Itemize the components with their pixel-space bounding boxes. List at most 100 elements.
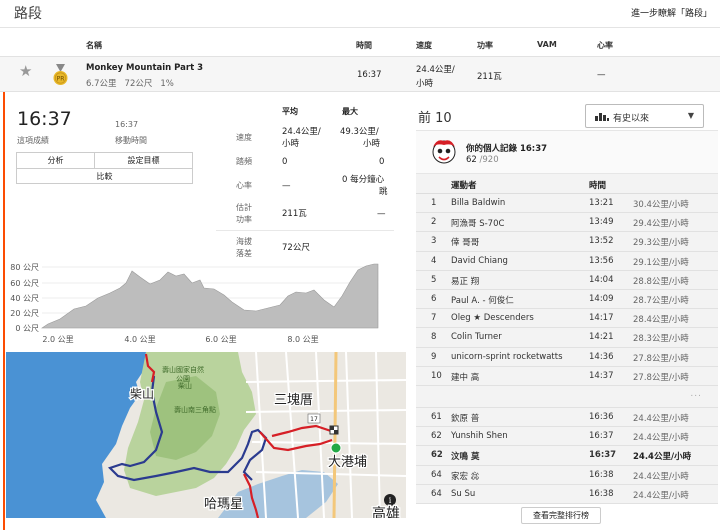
power-avg: 211瓦: [282, 209, 307, 219]
row-athlete[interactable]: Billa Baldwin: [451, 198, 505, 208]
table-row[interactable]: 4 David Chiang 13:56 29.1公里/小時: [416, 252, 718, 271]
row-athlete[interactable]: Colin Turner: [451, 332, 502, 342]
row-speed: 29.1公里/小時: [633, 257, 689, 268]
leaderboard-filter-select[interactable]: 有史以來 ▼: [585, 104, 704, 128]
col-vam[interactable]: VAM: [537, 40, 557, 49]
y-tick-20: 20 公尺: [10, 309, 39, 318]
y-tick-0: 0 公尺: [15, 324, 39, 333]
table-row[interactable]: 10 建中 高 14:37 27.8公里/小時: [416, 367, 718, 386]
row-rank: 62: [431, 431, 442, 442]
row-time: 16:38: [589, 488, 614, 499]
speed-max-2: 小時: [363, 139, 381, 149]
cadence-avg: 0: [282, 157, 288, 167]
table-row[interactable]: 7 Oleg ★ Descenders 14:17 28.4公里/小時: [416, 309, 718, 329]
elev-gain: 72公尺: [282, 243, 310, 253]
y-tick-40: 40 公尺: [10, 294, 39, 303]
filter-value: 有史以來: [613, 114, 650, 124]
row-athlete[interactable]: 建中 高: [451, 371, 479, 383]
bar-chart-icon: [595, 113, 609, 121]
table-row[interactable]: 64 家宏 惢 16:38 24.4公里/小時: [416, 466, 718, 485]
col-hr[interactable]: 心率: [597, 40, 613, 51]
info-icon-glyph: i: [389, 496, 392, 505]
table-row[interactable]: 2 阿漁哥 S-70C 13:49 29.4公里/小時: [416, 213, 718, 233]
row-time: 14:37: [589, 370, 614, 381]
x-tick-4: 4.0 公里: [124, 335, 155, 344]
speed-avg-2: 小時: [282, 139, 300, 149]
row-athlete[interactable]: unicorn-sprint rocketwatts: [451, 352, 563, 362]
selected-accent-bar: [3, 56, 5, 530]
table-row[interactable]: 64 Su Su 16:38 24.4公里/小時: [416, 485, 718, 504]
star-icon[interactable]: ★: [19, 62, 32, 80]
row-athlete[interactable]: 阿漁哥 S-70C: [451, 217, 504, 229]
leaderboard-panel: 前 10 有史以來 ▼ 你的個人記錄 16:37 62 /920 運動者 時間 …: [414, 92, 720, 530]
y-tick-80: 80 公尺: [10, 263, 39, 272]
row-speed: 24.4公里/小時: [633, 471, 689, 482]
row-athlete[interactable]: 汶鳴 莫: [451, 450, 479, 462]
hr-max-1: 0 每分鐘心: [342, 175, 385, 185]
table-row[interactable]: 8 Colin Turner 14:21 28.3公里/小時: [416, 328, 718, 348]
row-speed: 27.8公里/小時: [633, 353, 689, 364]
row-speed: 27.8公里/小時: [633, 372, 689, 383]
segment-row[interactable]: ★ PR Monkey Mountain Part 3 6.7公里 72公尺 1% …: [0, 56, 720, 92]
moving-time-label: 移動時間: [115, 136, 147, 145]
segment-name-link[interactable]: Monkey Mountain Part 3: [86, 63, 203, 73]
table-row[interactable]: 1 Billa Baldwin 13:21 30.4公里/小時: [416, 194, 718, 214]
row-speed: 29.4公里/小時: [633, 219, 689, 230]
effort-stats: 16:37 這項成績 16:37 移動時間 分析 設定目標 比較 平均 最大 速…: [8, 92, 410, 264]
pr-medal-icon: PR: [53, 64, 68, 85]
row-rank: 61: [431, 412, 442, 422]
set-goal-button[interactable]: 設定目標: [95, 153, 192, 169]
route-shield-label: 17: [310, 416, 318, 423]
table-row[interactable]: 5 易正 翔 14:04 28.8公里/小時: [416, 271, 718, 290]
pr-title: 你的個人記錄 16:37: [466, 144, 548, 154]
elevation-area: [41, 263, 379, 329]
row-athlete[interactable]: 欽原 普: [451, 412, 479, 424]
segment-distance: 6.7公里: [86, 79, 117, 89]
speed-label: 速度: [236, 133, 252, 142]
speed-avg-1: 24.4公里/: [282, 127, 321, 137]
row-athlete[interactable]: 倖 哥哥: [451, 236, 479, 248]
row-athlete[interactable]: 易正 翔: [451, 275, 479, 287]
compare-button[interactable]: 比較: [17, 169, 192, 185]
learn-more-link[interactable]: 進一步瞭解「路段」: [631, 6, 712, 19]
col-name[interactable]: 名稱: [86, 40, 102, 51]
table-row[interactable]: 6 Paul A. - 何俊仁 14:09 28.7公里/小時: [416, 290, 718, 310]
segment-hr: —: [597, 70, 606, 80]
pr-rank-total: /920: [479, 155, 499, 165]
hr-label: 心率: [236, 181, 252, 190]
segment-elevation: 72公尺: [124, 79, 153, 89]
view-full-leaderboard-button[interactable]: 查看完整排行榜: [521, 507, 601, 524]
row-time: 13:49: [589, 217, 614, 228]
elev-label-1: 海拔: [236, 237, 252, 246]
power-label-2: 功率: [236, 215, 252, 224]
hr-avg: —: [282, 181, 291, 191]
row-athlete[interactable]: David Chiang: [451, 256, 508, 266]
medal-label: PR: [57, 75, 65, 82]
table-row[interactable]: 3 倖 哥哥 13:52 29.3公里/小時: [416, 232, 718, 252]
row-athlete[interactable]: Oleg ★ Descenders: [451, 313, 534, 323]
row-athlete[interactable]: Yunshih Shen: [451, 431, 508, 441]
row-time: 14:36: [589, 351, 614, 362]
row-time: 14:21: [589, 332, 614, 343]
stats-divider: [216, 230, 394, 231]
col-speed[interactable]: 速度: [416, 40, 432, 51]
table-row[interactable]: 62 汶鳴 莫 16:37 24.4公里/小時: [416, 446, 718, 466]
row-athlete[interactable]: Paul A. - 何俊仁: [451, 294, 514, 306]
leaderboard-header: 運動者 時間: [416, 174, 718, 194]
row-rank: 6: [431, 294, 437, 304]
elevation-profile-chart[interactable]: 80 公尺 60 公尺 40 公尺 20 公尺 0 公尺 2.0 公里 4.0 …: [8, 262, 410, 354]
table-row[interactable]: 9 unicorn-sprint rocketwatts 14:36 27.8公里/小…: [416, 348, 718, 367]
row-athlete[interactable]: 家宏 惢: [451, 470, 479, 482]
analysis-button[interactable]: 分析: [17, 153, 95, 169]
row-athlete[interactable]: Su Su: [451, 489, 475, 499]
col-power[interactable]: 功率: [477, 40, 493, 51]
table-row[interactable]: 61 欽原 普 16:36 24.4公里/小時: [416, 408, 718, 428]
map-label-hamaxing: 哈瑪星: [204, 497, 243, 512]
avatar[interactable]: [431, 137, 457, 167]
segment-speed-line2: 小時: [416, 79, 434, 89]
segment-map[interactable]: 17 i 柴山 三塊厝 大港埔 哈瑪星 高雄 壽山國家自然 公園 柴山 壽山南三…: [6, 352, 406, 518]
start-marker: [330, 442, 342, 454]
table-row[interactable]: 62 Yunshih Shen 16:37 24.4公里/小時: [416, 427, 718, 447]
row-rank: 2: [431, 217, 437, 228]
col-time[interactable]: 時間: [356, 40, 372, 51]
